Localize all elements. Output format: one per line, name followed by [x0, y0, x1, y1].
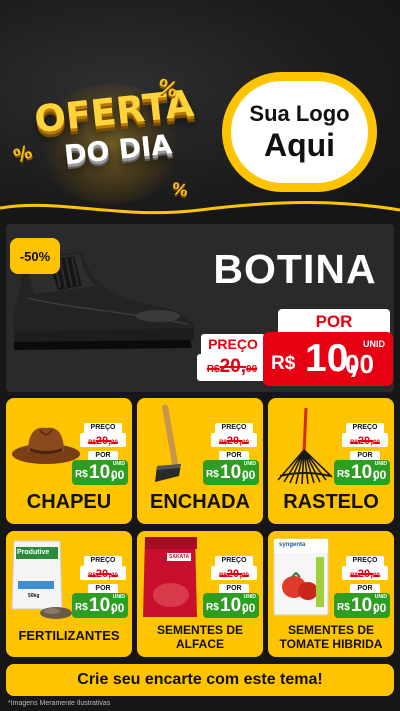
new-cents: 00 [373, 468, 387, 482]
old-price: R$20,00 [80, 433, 126, 447]
rake-image [277, 407, 333, 484]
new-cents: 00 [373, 601, 387, 615]
percent-icon: % [170, 178, 190, 201]
new-currency: R$ [75, 469, 88, 480]
hero-unid-label: UNID [363, 339, 385, 349]
hero-old-currency: R$ [206, 364, 220, 375]
old-currency: R$ [88, 573, 96, 579]
hero-old-cents: 00 [246, 364, 258, 375]
old-value: 20, [95, 435, 112, 447]
product-name: ENCHADA [150, 491, 250, 513]
new-currency: R$ [75, 602, 88, 613]
new-cents: 00 [111, 468, 125, 482]
old-price: R$20,00 [342, 566, 388, 580]
old-currency: R$ [219, 573, 227, 579]
product-name: SEMENTES DE ALFACE [156, 623, 243, 651]
preco-label: PREÇO [215, 556, 253, 566]
seed-packet-image [273, 538, 329, 616]
logo-line1: Sua Logo [249, 101, 350, 126]
old-price: R$20,00 [80, 566, 126, 580]
old-value: 20, [95, 568, 112, 580]
fertilizer-brand: Produtive [17, 549, 50, 556]
new-currency: R$ [337, 469, 350, 480]
product-card-fertilizantes[interactable]: Produtive 50kg PREÇO R$20,00 POR UNID R$… [6, 531, 132, 657]
new-cents: 00 [242, 468, 256, 482]
fertilizer-weight: 50kg [28, 593, 40, 599]
product-name: SEMENTES DE TOMATE HIBRIDA [279, 623, 383, 651]
old-value: 20, [357, 435, 374, 447]
old-currency: R$ [350, 573, 358, 579]
product-name: RASTELO [283, 491, 379, 513]
old-cents: 00 [242, 573, 249, 579]
logo-line2: Aqui [263, 127, 336, 163]
logo-placeholder[interactable]: Sua Logo Aqui [222, 72, 377, 192]
new-price: UNID R$ 10, 00 [72, 460, 128, 485]
new-price: UNID R$ 10, 00 [203, 460, 259, 485]
hero-new-currency: R$ [271, 353, 296, 374]
new-price: UNID R$ 10, 00 [72, 593, 128, 618]
old-price: R$20,00 [342, 433, 388, 447]
product-name: CHAPEU [26, 491, 112, 513]
new-currency: R$ [206, 602, 219, 613]
old-currency: R$ [88, 440, 96, 446]
product-card-chapeu[interactable]: PREÇO R$20,00 POR UNID R$ 10, 00 CHAPEU [6, 398, 132, 524]
new-price: UNID R$ 10, 00 [203, 593, 259, 618]
old-price: R$20,00 [211, 566, 257, 580]
new-cents: 00 [242, 601, 256, 615]
old-value: 20, [357, 568, 374, 580]
preco-label: PREÇO [346, 423, 384, 433]
product-card-sementes-tomate[interactable]: syngenta PREÇO R$20,00 POR UNID R$ 10, 0… [268, 531, 394, 657]
new-cents: 00 [111, 601, 125, 615]
old-cents: 00 [111, 573, 118, 579]
old-currency: R$ [350, 440, 358, 446]
preco-label: PREÇO [84, 556, 122, 566]
hoe-image [155, 404, 181, 482]
old-cents: 00 [373, 573, 380, 579]
old-value: 20, [226, 435, 243, 447]
product-name: FERTILIZANTES [18, 628, 120, 643]
hero-old-value: 20, [219, 356, 247, 377]
old-value: 20, [226, 568, 243, 580]
preco-label: PREÇO [346, 556, 384, 566]
old-cents: 00 [373, 440, 380, 446]
seed-brand: SAKATA [169, 554, 190, 560]
hat-image [12, 427, 80, 464]
old-cents: 00 [242, 440, 249, 446]
preco-label: PREÇO [84, 423, 122, 433]
disclaimer-note: *Imagens Meramente Ilustrativas [8, 700, 111, 707]
preco-label: PREÇO [215, 423, 253, 433]
old-cents: 00 [111, 440, 118, 446]
cta-banner[interactable]: Crie seu encarte com este tema! [6, 664, 394, 696]
hero-new-cents: 00 [345, 349, 374, 379]
seed-brand: syngenta [279, 542, 306, 548]
hero-product-title: BOTINA [213, 246, 377, 292]
product-card-sementes-alface[interactable]: SAKATA PREÇO R$20,00 POR UNID R$ 10, 00 … [137, 531, 263, 657]
hero-preco-label: PREÇO [201, 334, 265, 354]
old-currency: R$ [219, 440, 227, 446]
new-price: UNID R$ 10, 00 [334, 593, 390, 618]
new-currency: R$ [337, 602, 350, 613]
discount-badge: -50% [10, 238, 60, 274]
seed-packet-image [143, 537, 197, 617]
hero-new-price: UNID R$ 10, 00 [263, 332, 393, 386]
new-price: UNID R$ 10, 00 [334, 460, 390, 485]
product-card-enchada[interactable]: PREÇO R$20,00 POR UNID R$ 10, 00 ENCHADA [137, 398, 263, 524]
old-price: R$20,00 [211, 433, 257, 447]
hero-old-price: R$ 20, 00 [197, 354, 267, 381]
product-card-rastelo[interactable]: PREÇO R$20,00 POR UNID R$ 10, 00 RASTELO [268, 398, 394, 524]
new-currency: R$ [206, 469, 219, 480]
